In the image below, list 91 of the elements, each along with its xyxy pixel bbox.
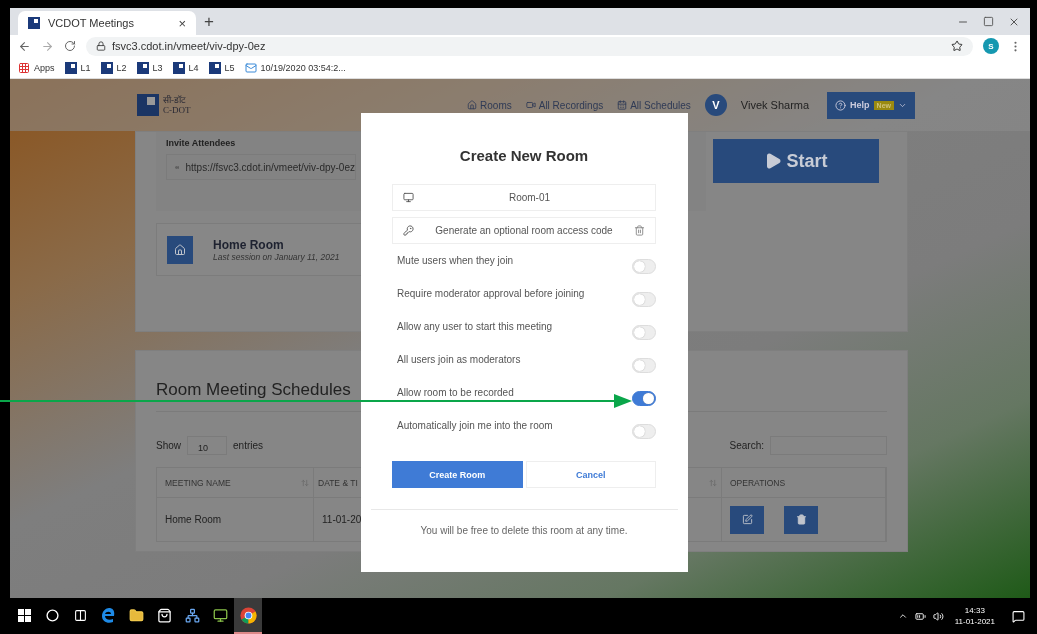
mail-icon [244,61,257,74]
bookmark[interactable]: L1 [64,61,91,74]
invite-label: Invite Attendees [166,138,237,148]
table-cell: Home Room [165,514,222,525]
folder-icon[interactable] [128,607,144,623]
tab-close-button[interactable]: × [178,15,186,31]
logo-text: C-DOT [163,105,191,115]
search-icon[interactable] [45,608,59,622]
show-label: Show [156,439,181,451]
clock[interactable]: 14:33 11-01-2021 [954,605,995,627]
task-view-icon[interactable] [73,608,87,622]
reload-icon[interactable] [64,40,76,52]
network-icon[interactable] [184,607,200,623]
start-button[interactable]: Start [713,139,879,183]
volume-icon[interactable] [932,610,944,622]
trash-icon [795,514,807,525]
bookmark-label: L4 [188,62,199,73]
page-icon [208,61,221,74]
key-icon [403,225,414,236]
toggle-switch[interactable] [632,391,656,406]
table-cell: 11-01-20 [322,514,362,525]
chrome-icon[interactable] [239,606,257,624]
bookmark[interactable]: L4 [172,61,199,74]
help-icon [835,99,847,111]
logo-icon [137,94,159,116]
address-bar[interactable]: fsvc3.cdot.in/vmeet/viv-dpy-0ez [86,36,973,56]
column-header[interactable]: OPERATIONS [730,477,786,488]
new-tab-button[interactable]: + [204,12,214,32]
user-name: Vivek Sharma [740,99,810,111]
bookmark-label: L5 [224,62,235,73]
option-label: All users join as moderators [397,354,521,365]
maximize-icon[interactable] [983,15,994,27]
invite-url-field[interactable]: https://fsvc3.cdot.in/vmeet/viv-dpy-0ez [166,154,356,180]
option-label: Require moderator approval before joining [397,288,585,299]
back-icon[interactable] [18,39,31,53]
room-card[interactable]: Home Room Last session on January 11, 2021 [156,223,362,276]
notification-icon[interactable] [1012,609,1025,623]
store-icon[interactable] [156,607,172,623]
page-icon [136,61,149,74]
tray-caret-icon[interactable] [897,611,908,621]
bookmark-label: Apps [34,62,55,73]
bookmark[interactable]: L3 [136,61,163,74]
entries-label: entries [233,439,264,451]
search-label: Search: [729,439,764,451]
dialog-title: Create New Room [458,147,590,166]
battery-icon[interactable] [914,610,926,622]
room-name: Home Room [213,237,285,252]
bookmark[interactable]: 10/19/2020 03:54:2... [244,61,346,74]
video-icon [525,100,536,110]
windows-icon[interactable] [17,608,31,622]
room-name-field[interactable]: Room-01 [392,184,656,211]
cancel-button[interactable]: Cancel [525,461,656,488]
bookmark[interactable]: Apps [18,61,55,74]
tab-favicon-icon [28,17,40,29]
room-icon [403,192,414,203]
apps-icon [18,61,30,74]
bookmark-label: L3 [152,62,163,73]
edit-button[interactable] [730,505,764,534]
trash-icon[interactable] [634,225,645,236]
browser-tab[interactable]: VCDOT Meetings × [18,11,196,35]
user-avatar[interactable]: V [704,94,727,116]
dialog-note: You will be free to delete this room at any time. [419,525,629,536]
page-icon [100,61,113,74]
create-room-button[interactable]: Create Room [392,461,523,488]
page-icon [64,61,77,74]
option-label: Automatically join me into the room [397,420,553,431]
schedules-title: Room Meeting Schedules [156,380,351,401]
home-room-icon [167,235,193,264]
lock-icon [96,41,106,51]
bookmark-star-icon[interactable] [951,40,963,52]
bookmark-label: L1 [80,62,91,73]
calendar-icon [617,100,628,110]
edit-icon [741,514,753,525]
bookmark-label: 10/19/2020 03:54:2... [260,62,346,73]
bookmark-label: L2 [116,62,127,73]
option-label: Allow room to be recorded [397,387,514,398]
bookmark[interactable]: L5 [208,61,235,74]
logo-text: सी-डॉट [163,95,187,105]
access-code-field[interactable]: Generate an optional room access code [392,217,656,244]
delete-button[interactable] [784,505,818,534]
column-header[interactable]: MEETING NAME [165,477,231,488]
play-icon [764,152,783,170]
option-label: Mute users when they join [397,255,514,266]
last-session: Last session on January 11, 2021 [213,251,340,262]
column-header[interactable]: DATE & TI [318,477,358,488]
page-size-field[interactable]: 10 [187,435,227,455]
home-icon [467,100,478,110]
edge-icon[interactable] [100,607,116,623]
page-icon [172,61,185,74]
option-label: Allow any user to start this meeting [397,321,553,332]
bookmark[interactable]: L2 [100,61,127,74]
